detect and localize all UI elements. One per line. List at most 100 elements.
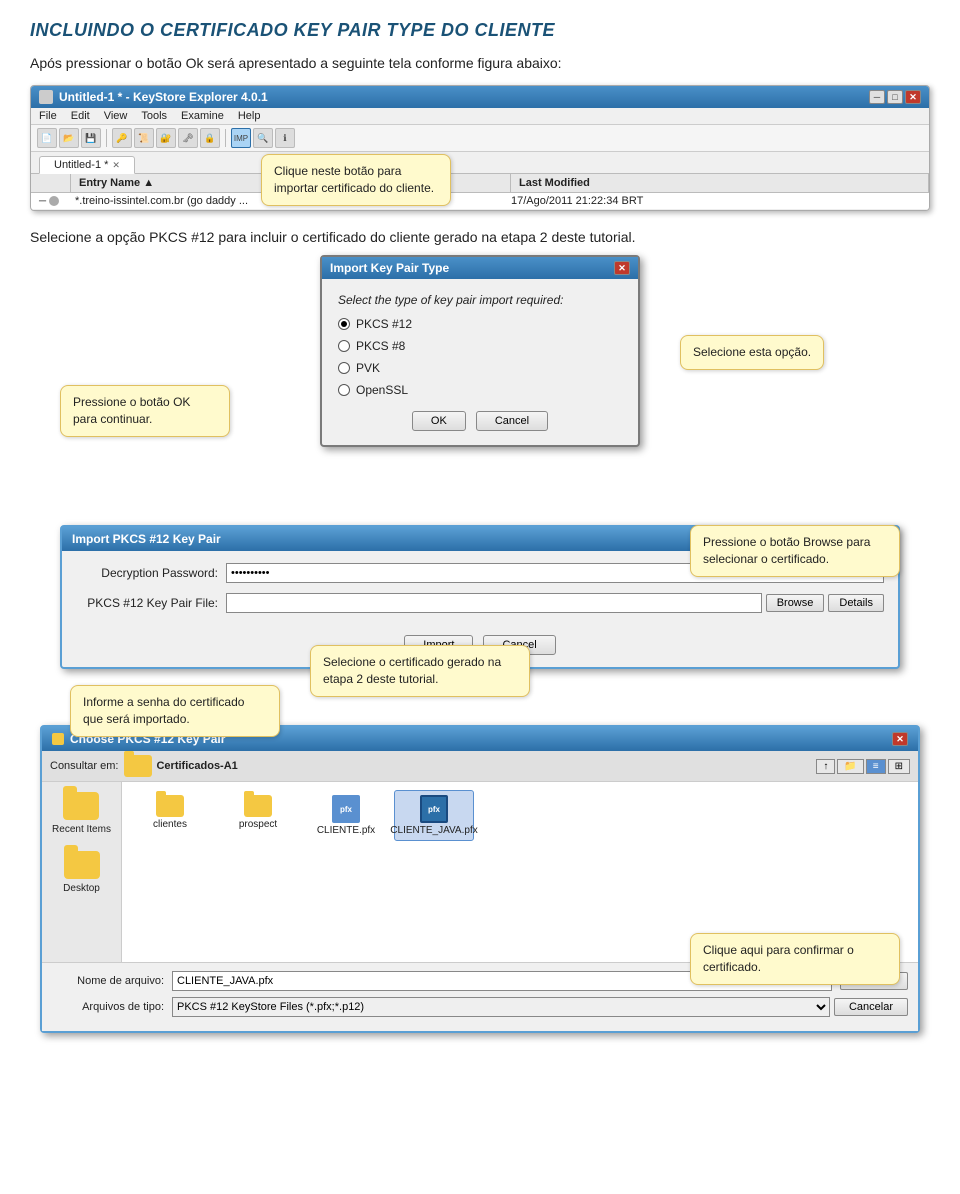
- toolbar-btn3[interactable]: 📜: [134, 128, 154, 148]
- callout-browse-text: Pressione o botão Browse para selecionar…: [703, 535, 870, 566]
- sidebar-recent[interactable]: Recent Items: [52, 792, 111, 835]
- ks-tab-close[interactable]: ✕: [112, 160, 120, 171]
- radio-pvk-label: PVK: [356, 361, 380, 375]
- section-label: Selecione a opção PKCS #12 para incluir …: [30, 229, 930, 245]
- file-prospect-label: prospect: [239, 819, 277, 830]
- location-bar: Certificados-A1: [124, 755, 810, 777]
- sidebar-desktop[interactable]: Desktop: [63, 851, 100, 894]
- callout-password-text: Informe a senha do certificado que será …: [83, 695, 244, 726]
- file-cliente-pfx[interactable]: pfx CLIENTE.pfx: [306, 790, 386, 841]
- choose-toolbar: Consultar em: Certificados-A1 ↑ 📁 ≡ ⊞: [42, 751, 918, 782]
- radio-group: PKCS #12 PKCS #8 PVK OpenSSL: [338, 317, 622, 397]
- toolbar-btn5[interactable]: 🗝: [178, 128, 198, 148]
- radio-pkcs8-circle[interactable]: [338, 340, 350, 352]
- file-clientes[interactable]: clientes: [130, 790, 210, 841]
- choose-nav-buttons[interactable]: ↑ 📁 ≡ ⊞: [816, 759, 910, 774]
- callout-import-text: Clique neste botão para importar certifi…: [274, 164, 434, 195]
- import-key-pair-instruction: Select the type of key pair import requi…: [338, 293, 622, 307]
- cancelar-button[interactable]: Cancelar: [834, 998, 908, 1016]
- toolbar-btn8[interactable]: ℹ: [275, 128, 295, 148]
- ks-minimize-button[interactable]: ─: [869, 90, 885, 104]
- sidebar-desktop-label: Desktop: [63, 883, 100, 894]
- filetype-label: Arquivos de tipo:: [52, 1001, 172, 1013]
- filetype-row: Arquivos de tipo: PKCS #12 KeyStore File…: [52, 997, 908, 1017]
- toolbar-new[interactable]: 📄: [37, 128, 57, 148]
- location-label: Consultar em:: [50, 760, 118, 772]
- radio-pkcs8[interactable]: PKCS #8: [338, 339, 622, 353]
- choose-list-button[interactable]: ≡: [866, 759, 886, 774]
- ks-entry-row[interactable]: ─ *.treino-issintel.com.br (go daddy ...…: [31, 193, 929, 210]
- filetype-select[interactable]: PKCS #12 KeyStore Files (*.pfx;*.p12): [172, 997, 830, 1017]
- toolbar-open[interactable]: 📂: [59, 128, 79, 148]
- sidebar-recent-icon: [63, 792, 99, 820]
- radio-pkcs8-label: PKCS #8: [356, 339, 405, 353]
- toolbar-btn2[interactable]: 🔑: [112, 128, 132, 148]
- browse-button[interactable]: Browse: [766, 594, 825, 612]
- menu-tools[interactable]: Tools: [141, 110, 167, 122]
- radio-pkcs12-circle[interactable]: [338, 318, 350, 330]
- radio-openssl[interactable]: OpenSSL: [338, 383, 622, 397]
- toolbar-btn4[interactable]: 🔐: [156, 128, 176, 148]
- callout-select-cert-bubble: Selecione o certificado gerado na etapa …: [310, 645, 530, 697]
- choose-up-button[interactable]: ↑: [816, 759, 835, 774]
- callout-import-bubble: Clique neste botão para importar certifi…: [261, 154, 451, 206]
- sidebar-desktop-icon: [64, 851, 100, 879]
- ks-app-icon: [39, 90, 53, 104]
- file-row: PKCS #12 Key Pair File: Browse Details: [76, 593, 884, 613]
- import-key-pair-title-label: Import Key Pair Type: [330, 261, 449, 275]
- toolbar-btn7[interactable]: 🔍: [253, 128, 273, 148]
- menu-help[interactable]: Help: [238, 110, 261, 122]
- callout-ok-bubble: Pressione o botão OK para continuar.: [60, 385, 230, 437]
- callout-password-bubble: Informe a senha do certificado que será …: [70, 685, 280, 737]
- ks-win-controls[interactable]: ─ □ ✕: [869, 90, 921, 104]
- menu-file[interactable]: File: [39, 110, 57, 122]
- menu-examine[interactable]: Examine: [181, 110, 224, 122]
- radio-pvk-circle[interactable]: [338, 362, 350, 374]
- ks-toolbar: 📄 📂 💾 🔑 📜 🔐 🗝 🔒 IMP 🔍 ℹ: [31, 125, 929, 152]
- radio-pkcs12[interactable]: PKCS #12: [338, 317, 622, 331]
- radio-pkcs12-label: PKCS #12: [356, 317, 412, 331]
- radio-openssl-circle[interactable]: [338, 384, 350, 396]
- file-input[interactable]: [226, 593, 762, 613]
- menu-view[interactable]: View: [104, 110, 128, 122]
- ks-maximize-button[interactable]: □: [887, 90, 903, 104]
- intro-text: Após pressionar o botão Ok será apresent…: [30, 55, 930, 71]
- import-key-pair-window: Import Key Pair Type ✕ Select the type o…: [320, 255, 640, 447]
- col-modified-header: Last Modified: [511, 174, 929, 192]
- import-key-pair-cancel[interactable]: Cancel: [476, 411, 548, 431]
- ks-col-header: Entry Name ▲ Certificate Expiry Last Mod…: [31, 174, 929, 193]
- keystoreexplorer-window: Untitled-1 * - KeyStore Explorer 4.0.1 ─…: [30, 85, 930, 211]
- toolbar-sep1: [106, 129, 107, 147]
- callout-browse-bubble: Pressione o botão Browse para selecionar…: [690, 525, 900, 577]
- toolbar-import[interactable]: IMP: [231, 128, 251, 148]
- location-folder-icon: [124, 755, 152, 777]
- callout-select-cert-text: Selecione o certificado gerado na etapa …: [323, 655, 501, 686]
- choose-title-icon: [52, 733, 64, 745]
- col-icon-header: [31, 174, 71, 192]
- details-button[interactable]: Details: [828, 594, 884, 612]
- file-clientes-label: clientes: [153, 819, 187, 830]
- toolbar-sep2: [225, 129, 226, 147]
- file-prospect[interactable]: prospect: [218, 790, 298, 841]
- choose-new-folder-button[interactable]: 📁: [837, 759, 863, 774]
- file-cliente-java-pfx[interactable]: pfx CLIENTE_JAVA.pfx: [394, 790, 474, 841]
- import-key-pair-title: Import Key Pair Type ✕: [322, 257, 638, 279]
- choose-details-button[interactable]: ⊞: [888, 759, 910, 774]
- radio-pvk[interactable]: PVK: [338, 361, 622, 375]
- choose-close-button[interactable]: ✕: [892, 732, 908, 746]
- callout-ok-text: Pressione o botão OK para continuar.: [73, 395, 190, 426]
- location-value: Certificados-A1: [156, 760, 237, 772]
- menu-edit[interactable]: Edit: [71, 110, 90, 122]
- ks-tab-untitled[interactable]: Untitled-1 * ✕: [39, 156, 135, 174]
- toolbar-btn6[interactable]: 🔒: [200, 128, 220, 148]
- file-prospect-icon: [244, 795, 272, 817]
- toolbar-save[interactable]: 💾: [81, 128, 101, 148]
- callout-select-bubble: Selecione esta opção.: [680, 335, 824, 370]
- file-label: PKCS #12 Key Pair File:: [76, 596, 226, 610]
- page-title: INCLUINDO O CERTIFICADO KEY PAIR TYPE DO…: [30, 20, 930, 41]
- password-label: Decryption Password:: [76, 566, 226, 580]
- import-key-pair-ok[interactable]: OK: [412, 411, 466, 431]
- import-key-pair-close[interactable]: ✕: [614, 261, 630, 275]
- radio-openssl-label: OpenSSL: [356, 383, 408, 397]
- ks-close-button[interactable]: ✕: [905, 90, 921, 104]
